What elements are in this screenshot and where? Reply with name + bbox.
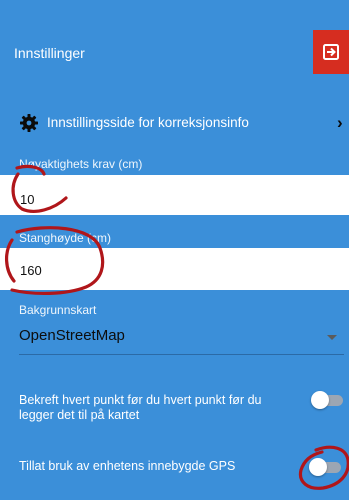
page-title: Innstillinger [14, 45, 85, 61]
confirm-points-label: Bekreft hvert punkt før du hvert punkt f… [19, 393, 262, 422]
builtin-gps-row[interactable]: Tillat bruk av enhetens innebygde GPS [0, 452, 349, 482]
chevron-down-icon [327, 335, 337, 340]
accuracy-label: Nøyaktighets krav (cm) [19, 157, 143, 171]
builtin-gps-label: Tillat bruk av enhetens innebygde GPS [19, 459, 236, 473]
accuracy-value: 10 [20, 192, 35, 207]
basemap-select[interactable]: OpenStreetMap [0, 318, 349, 356]
confirm-points-row[interactable]: Bekreft hvert punkt før du hvert punkt f… [0, 385, 349, 429]
correction-settings-label: Innstillingsside for korreksjonsinfo [47, 115, 249, 130]
correction-settings-row[interactable]: Innstillingsside for korreksjonsinfo › [0, 103, 349, 143]
exit-button[interactable] [313, 30, 349, 74]
app-bar: Innstillinger [0, 0, 349, 103]
accuracy-input[interactable]: 10 [0, 175, 349, 215]
gear-icon [20, 114, 38, 132]
pole-height-value: 160 [20, 263, 42, 278]
basemap-selected: OpenStreetMap [19, 327, 125, 344]
pole-height-input[interactable]: 160 [0, 248, 349, 290]
builtin-gps-toggle[interactable] [309, 458, 345, 476]
exit-icon [323, 44, 339, 60]
basemap-label: Bakgrunnskart [19, 303, 97, 317]
basemap-underline [19, 354, 344, 355]
confirm-points-toggle[interactable] [311, 391, 347, 409]
pole-height-label: Stanghøyde (cm) [19, 231, 112, 245]
chevron-right-icon: › [337, 113, 343, 132]
